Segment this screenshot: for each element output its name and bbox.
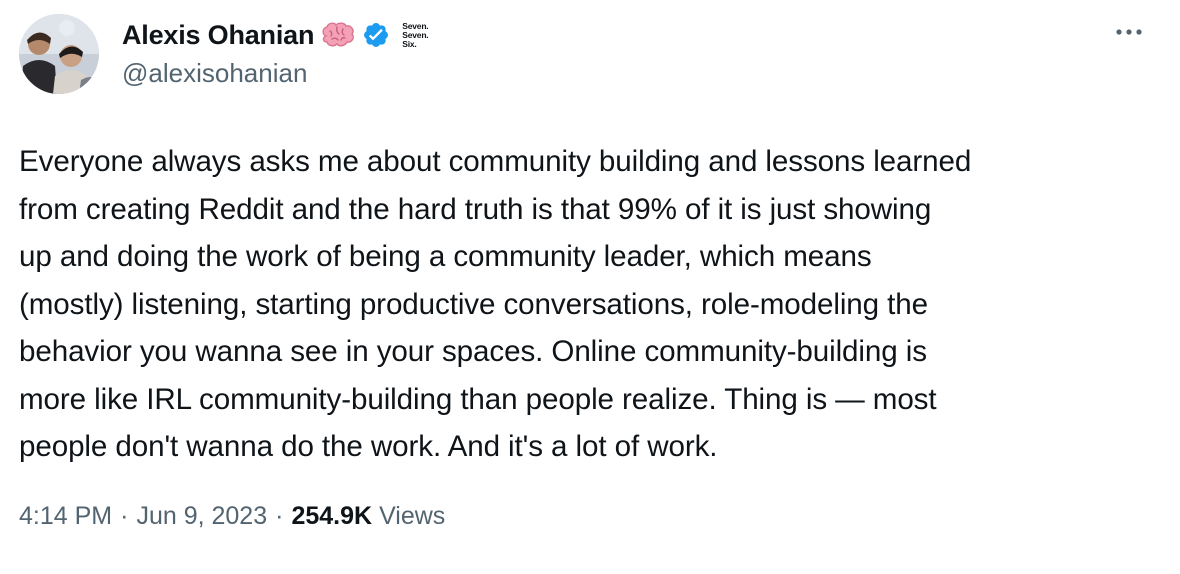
tweet-text: Everyone always asks me about community … [19,145,972,463]
more-options-button[interactable] [1108,16,1150,48]
affiliate-badge[interactable]: Seven. Seven. Six. [402,21,428,49]
avatar[interactable] [19,14,99,94]
brain-icon [320,21,356,49]
meta-separator: · [120,502,129,530]
author-handle[interactable]: @alexisohanian [122,58,307,89]
avatar-photo [19,14,99,94]
tweet-time[interactable]: 4:14 PM [19,502,112,531]
author-name-row: Alexis Ohanian Seven. Seven. Six. [122,16,429,54]
meta-separator: · [275,502,284,530]
tweet-date[interactable]: Jun 9, 2023 [136,502,267,531]
more-dots-icon [1116,29,1142,35]
views-count[interactable]: 254.9K [291,502,372,531]
affiliate-badge-line: Six. [402,38,417,49]
views-label: Views [379,502,446,530]
verified-badge-icon[interactable] [362,21,390,49]
tweet-card: Alexis Ohanian Seven. Seven. Six. @alexi… [0,0,1180,574]
tweet-meta: 4:14 PM · Jun 9, 2023 · 254.9K Views [19,502,445,531]
author-display-name[interactable]: Alexis Ohanian [122,20,314,51]
